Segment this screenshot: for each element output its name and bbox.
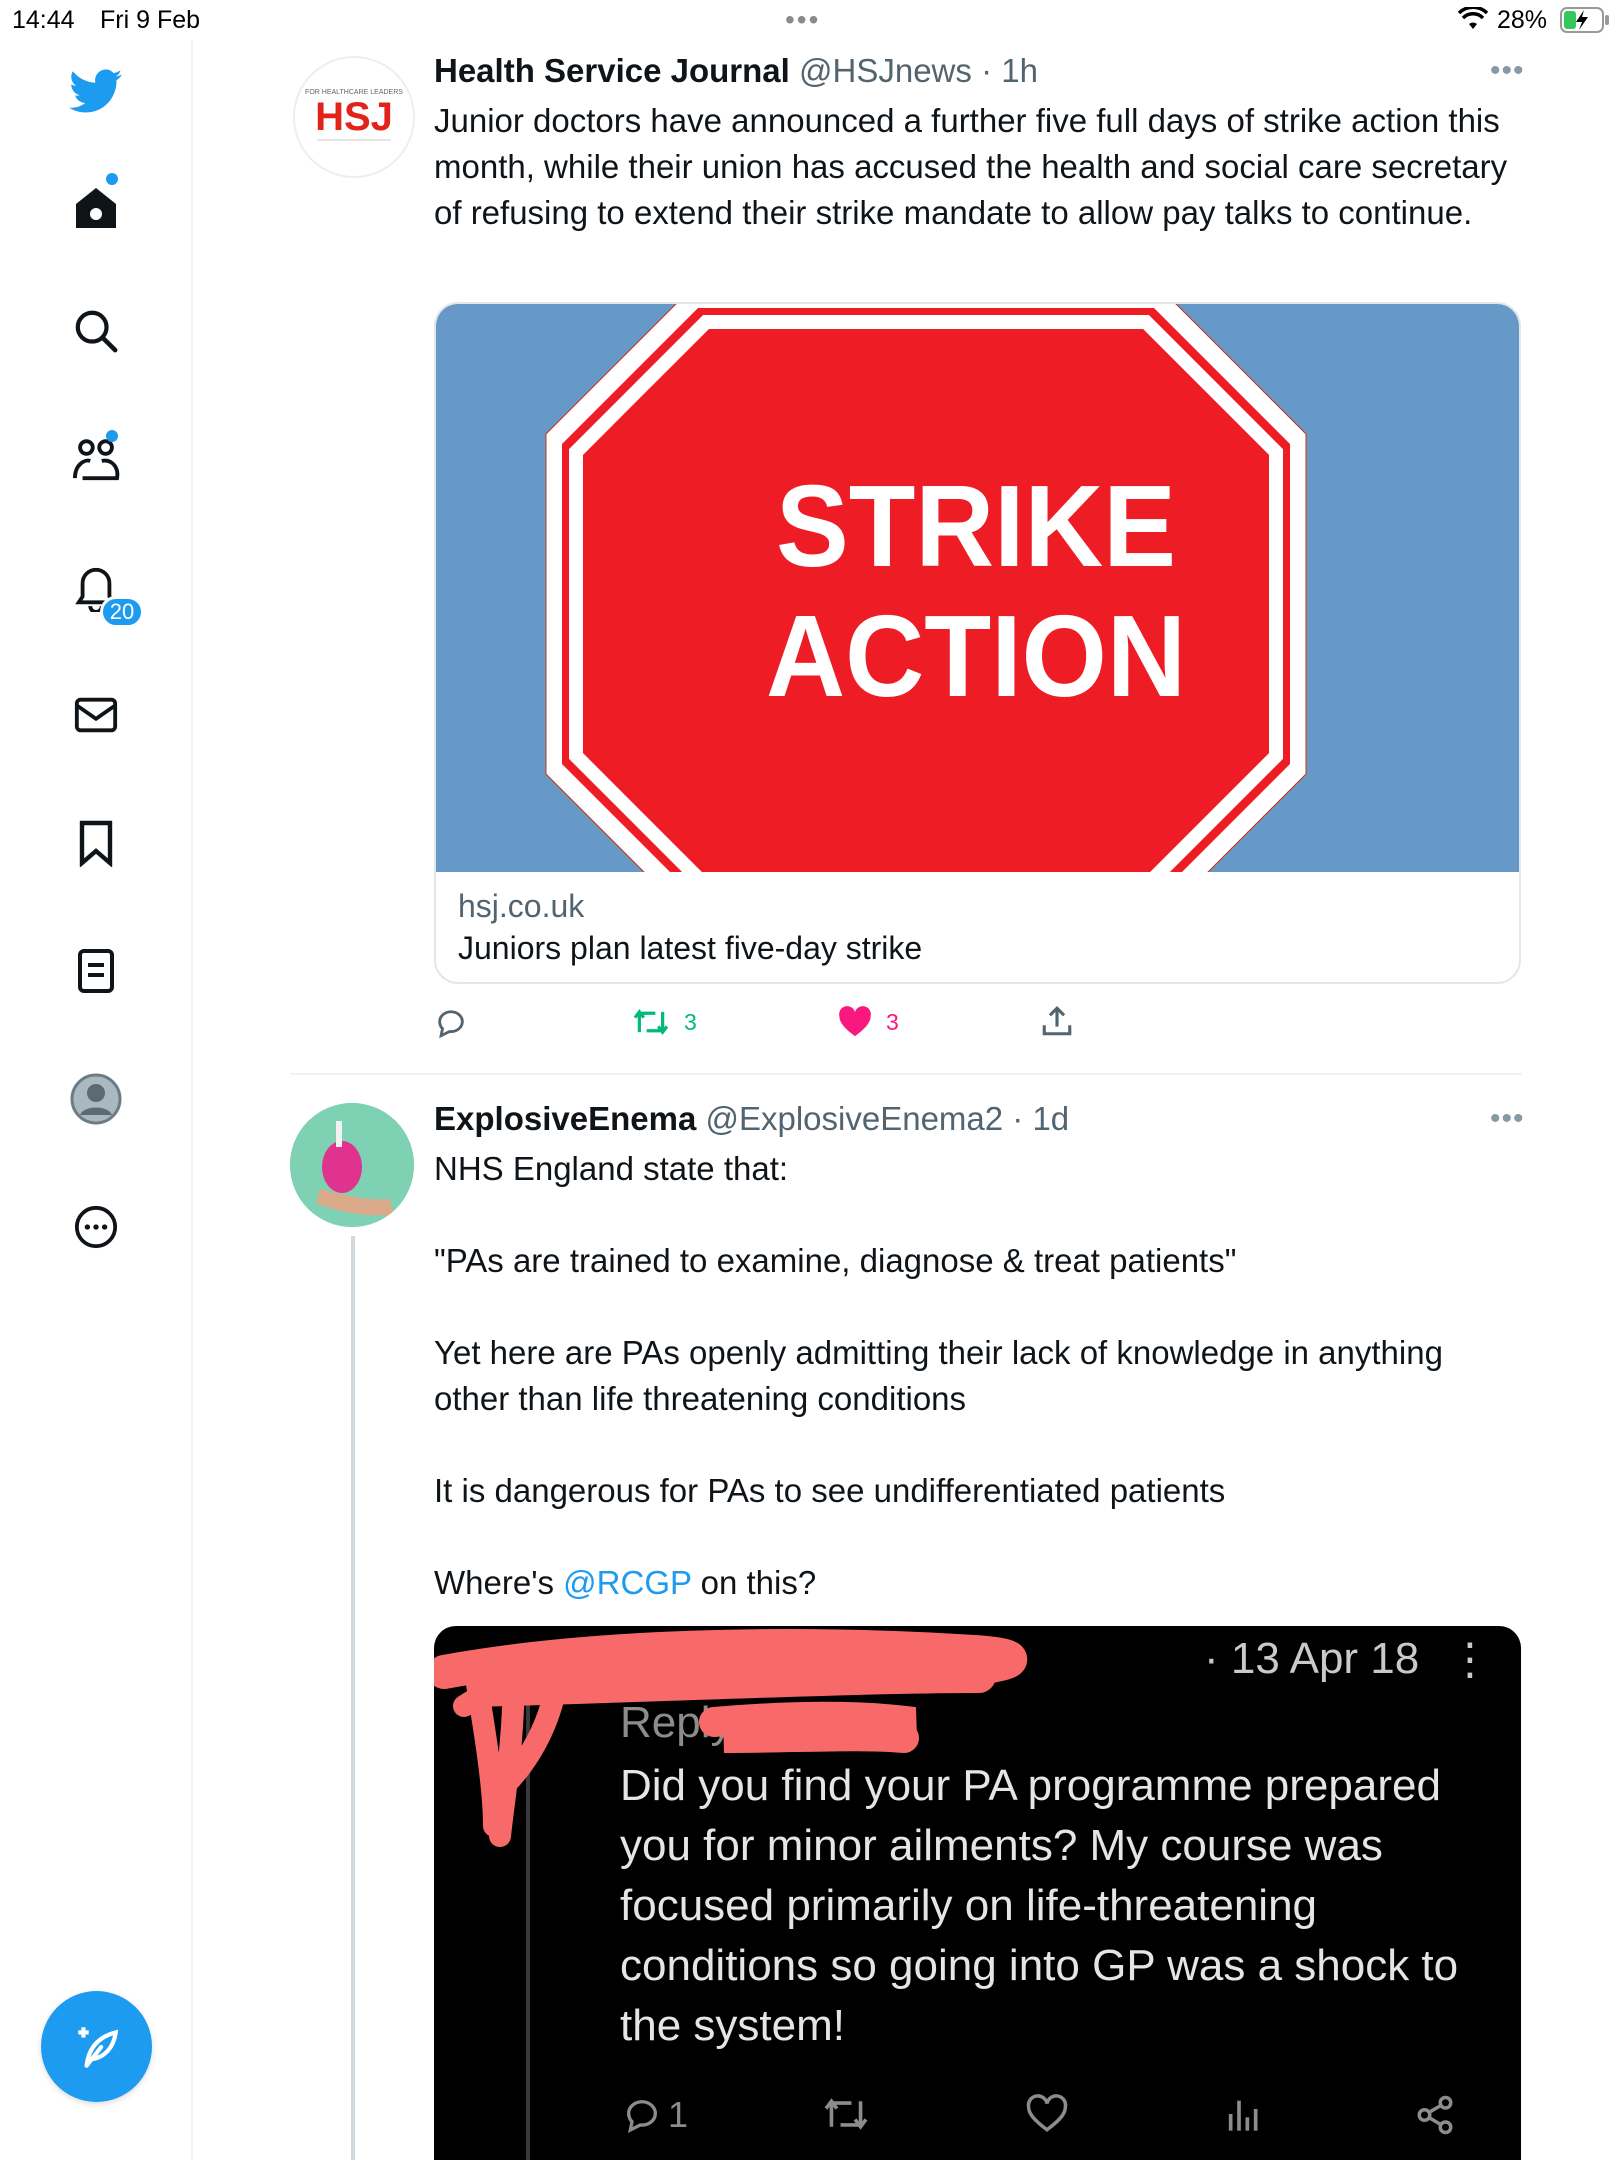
battery-percent: 28% <box>1497 6 1548 34</box>
embedded-retweet <box>822 2094 870 2134</box>
tweet2-paragraph-4: It is dangerous for PAs to see undiffere… <box>434 1472 1226 1509</box>
twitter-logo-icon[interactable] <box>66 62 126 122</box>
embedded-analytics-icon <box>1228 2100 1258 2131</box>
tweet2-time[interactable]: · 1d <box>1012 1100 1069 1137</box>
tweet2-last-prefix: Where's <box>434 1564 564 1601</box>
status-date: Fri 9 Feb <box>100 6 201 34</box>
tweet1-handle[interactable]: @HSJnews <box>799 52 972 89</box>
hsj-avatar[interactable]: FOR HEALTHCARE LEADERS HSJ <box>293 56 415 178</box>
bookmark-icon[interactable] <box>66 813 126 873</box>
tweet2-paragraph-3: Yet here are PAs openly admitting their … <box>434 1334 1453 1417</box>
status-bar: 14:44 Fri 9 Feb ••• 28% <box>0 0 1620 40</box>
embedded-retweet-icon <box>824 2098 868 2130</box>
tweet1-display-name[interactable]: Health Service Journal <box>434 52 790 89</box>
reply-icon <box>438 1010 464 1039</box>
profile-icon[interactable] <box>66 1069 126 1129</box>
avatar-logo-text: HSJ <box>315 95 393 139</box>
embedded-share-icon <box>1417 2095 1453 2135</box>
notification-badge: 20 <box>100 596 144 628</box>
rcgp-mention-link[interactable]: @RCGP <box>563 1564 691 1601</box>
lists-icon[interactable] <box>66 941 126 1001</box>
status-time: 14:44 <box>12 6 75 34</box>
tweet1-author[interactable]: Health Service Journal @HSJnews · 1h <box>434 52 1038 90</box>
embedded-analytics <box>1224 2094 1264 2134</box>
tweet2-paragraph-2: "PAs are trained to examine, diagnose & … <box>434 1242 1237 1279</box>
heart-filled-icon <box>839 1006 871 1037</box>
home-unread-dot <box>106 173 118 185</box>
tweet2-paragraph-1: NHS England state that: <box>434 1150 789 1187</box>
multitask-dots-icon[interactable]: ••• <box>785 4 820 36</box>
tweet2-last-suffix: on this? <box>691 1564 817 1601</box>
tweet2-more-icon[interactable]: ••• <box>1490 1102 1525 1136</box>
home-icon[interactable] <box>66 178 126 238</box>
communities-unread-dot <box>106 430 118 442</box>
tweet1-text: Junior doctors have announced a further … <box>434 102 1517 231</box>
redaction-scribble <box>434 1629 1028 1847</box>
retweet-icon <box>633 1009 669 1035</box>
embedded-share <box>1414 2094 1456 2136</box>
mail-icon[interactable] <box>66 685 126 745</box>
tweet1-time[interactable]: · 1h <box>981 52 1038 89</box>
tweet1-more-icon[interactable]: ••• <box>1490 54 1525 88</box>
more-circle-icon[interactable] <box>66 1197 126 1257</box>
tweet1-like-button[interactable]: 3 <box>838 1006 899 1038</box>
thread-line <box>351 1236 355 2160</box>
tweet2-paragraph-5: Where's @RCGP on this? <box>434 1560 1514 1606</box>
tweet2-handle[interactable]: @ExplosiveEnema2 <box>705 1100 1003 1137</box>
embedded-reply-icon <box>627 2100 657 2134</box>
compose-feather-icon <box>77 2026 118 2068</box>
embedded-heart-icon <box>1026 2094 1068 2132</box>
tweet1-retweet-count: 3 <box>684 1008 697 1035</box>
card-domain: hsj.co.uk <box>458 888 585 924</box>
link-card[interactable]: STRIKE ACTION hsj.co.uk Juniors plan lat… <box>434 302 1521 984</box>
embedded-screenshot[interactable]: · 13 Apr 18 ⋮ Replying t Did you find yo… <box>434 1626 1521 2160</box>
embedded-reply: 1 <box>622 2094 688 2136</box>
tweet1-like-count: 3 <box>886 1008 899 1035</box>
compose-button[interactable] <box>41 1991 152 2102</box>
share-icon <box>1042 1006 1072 1036</box>
battery-charging-icon <box>1560 7 1610 40</box>
sidebar: 20 <box>0 40 193 2160</box>
tweet1-share-button[interactable] <box>1041 1004 1073 1038</box>
search-icon[interactable] <box>66 301 126 361</box>
sign-line-1: STRIKE <box>776 461 1176 591</box>
tweet2-display-name[interactable]: ExplosiveEnema <box>434 1100 696 1137</box>
embedded-like <box>1026 2094 1068 2134</box>
explosiveenema-avatar[interactable] <box>290 1103 414 1227</box>
sign-line-2: ACTION <box>766 591 1186 721</box>
tweet1-reply-button[interactable] <box>434 1006 468 1040</box>
card-image: STRIKE ACTION <box>436 304 1519 872</box>
wifi-icon <box>1457 5 1489 38</box>
tweet2-author[interactable]: ExplosiveEnema @ExplosiveEnema2 · 1d <box>434 1100 1069 1138</box>
tweet1-retweet-button[interactable]: 3 <box>632 1006 697 1038</box>
tweet-divider <box>290 1073 1522 1075</box>
card-title: Juniors plan latest five-day strike <box>458 930 923 966</box>
embedded-reply-count: 1 <box>668 2094 689 2135</box>
